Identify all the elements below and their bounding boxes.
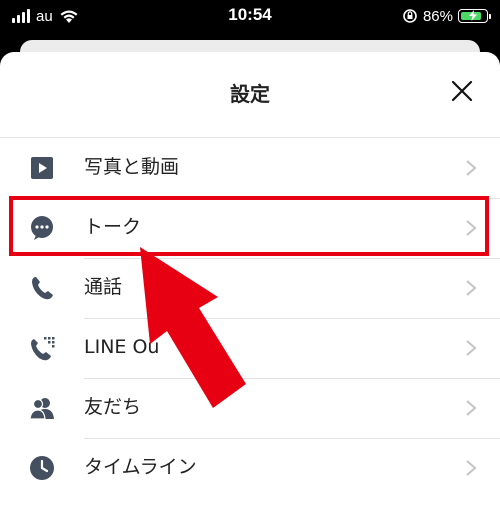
pointer-arrow [140, 247, 246, 408]
